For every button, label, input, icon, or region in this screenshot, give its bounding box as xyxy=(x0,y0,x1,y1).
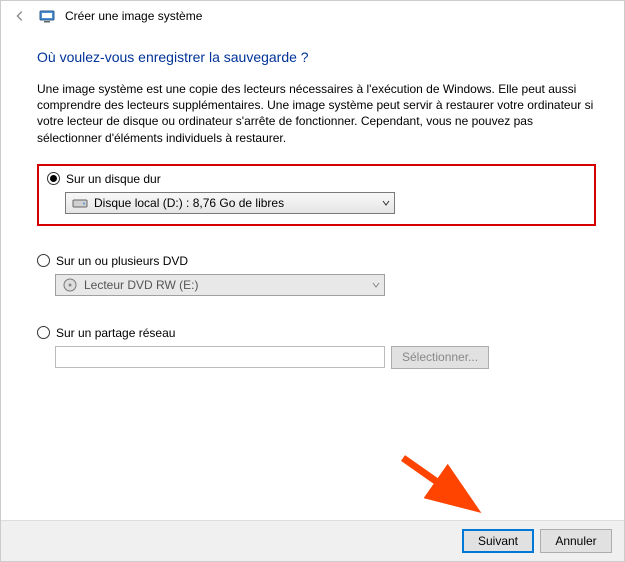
radio-dvd[interactable] xyxy=(37,254,50,267)
radio-hard-disk[interactable] xyxy=(47,172,60,185)
drive-icon xyxy=(72,195,88,211)
dvd-selected: Lecteur DVD RW (E:) xyxy=(82,278,366,292)
next-button[interactable]: Suivant xyxy=(462,529,534,553)
dvd-dropdown: Lecteur DVD RW (E:) xyxy=(55,274,385,296)
chevron-down-icon xyxy=(366,275,384,295)
footer-bar: Suivant Annuler xyxy=(1,520,624,561)
option-network-label: Sur un partage réseau xyxy=(56,326,175,340)
hard-disk-selected: Disque local (D:) : 8,76 Go de libres xyxy=(92,196,376,210)
option-dvd-label: Sur un ou plusieurs DVD xyxy=(56,254,188,268)
option-dvd-section: Sur un ou plusieurs DVD Lecteur DVD RW (… xyxy=(37,254,596,296)
page-heading: Où voulez-vous enregistrer la sauvegarde… xyxy=(37,49,596,65)
option-dvd[interactable]: Sur un ou plusieurs DVD xyxy=(37,254,596,268)
titlebar: Créer une image système xyxy=(1,1,624,31)
page-description: Une image système est une copie des lect… xyxy=(37,81,596,146)
back-arrow-icon[interactable] xyxy=(11,7,29,25)
option-hard-disk[interactable]: Sur un disque dur xyxy=(47,172,586,186)
option-hard-disk-label: Sur un disque dur xyxy=(66,172,161,186)
network-path-input[interactable] xyxy=(55,346,385,368)
cancel-button[interactable]: Annuler xyxy=(540,529,612,553)
window-title: Créer une image système xyxy=(65,9,202,23)
content-area: Où voulez-vous enregistrer la sauvegarde… xyxy=(1,31,624,520)
radio-network[interactable] xyxy=(37,326,50,339)
system-image-icon xyxy=(39,8,55,24)
highlight-annotation: Sur un disque dur Disque local (D:) : 8,… xyxy=(37,164,596,226)
browse-button: Sélectionner... xyxy=(391,346,489,369)
chevron-down-icon xyxy=(376,193,394,213)
dialog-window: Créer une image système Où voulez-vous e… xyxy=(0,0,625,562)
option-network[interactable]: Sur un partage réseau xyxy=(37,326,596,340)
option-network-section: Sur un partage réseau Sélectionner... xyxy=(37,326,596,369)
hard-disk-dropdown[interactable]: Disque local (D:) : 8,76 Go de libres xyxy=(65,192,395,214)
dvd-drive-icon xyxy=(62,277,78,293)
